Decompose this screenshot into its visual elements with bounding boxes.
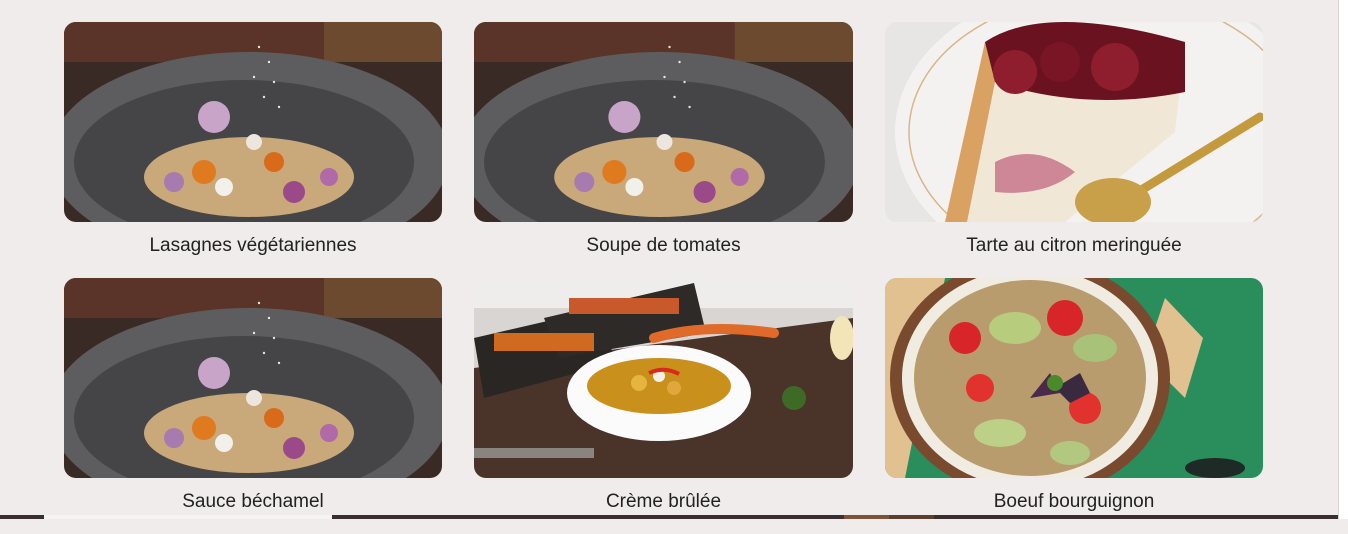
recipe-title[interactable]: Sauce béchamel: [64, 490, 442, 514]
recipe-image[interactable]: [474, 278, 853, 478]
recipe-title[interactable]: Crème brûlée: [474, 490, 853, 514]
recipe-image[interactable]: [885, 278, 1263, 478]
recipe-card[interactable]: Crème brûlée: [474, 278, 853, 534]
recipe-image[interactable]: [885, 22, 1263, 222]
recipe-image[interactable]: [64, 22, 442, 222]
recipe-title[interactable]: Boeuf bourguignon: [885, 490, 1263, 514]
recipe-card[interactable]: Boeuf bourguignon: [885, 278, 1263, 534]
recipe-title[interactable]: Tarte au citron meringuée: [885, 234, 1263, 258]
recipe-grid: Lasagnes végétariennes Soupe de tomates …: [64, 22, 1263, 534]
recipe-image[interactable]: [474, 22, 853, 222]
recipe-card[interactable]: Sauce béchamel: [64, 278, 442, 534]
recipe-card[interactable]: Tarte au citron meringuée: [885, 22, 1263, 278]
footer-edge: [0, 515, 1338, 519]
recipe-title[interactable]: Lasagnes végétariennes: [64, 234, 442, 258]
scrollbar[interactable]: [1338, 0, 1348, 519]
recipe-image[interactable]: [64, 278, 442, 478]
recipe-card[interactable]: Lasagnes végétariennes: [64, 22, 442, 278]
page-content: Lasagnes végétariennes Soupe de tomates …: [0, 0, 1338, 519]
recipe-title[interactable]: Soupe de tomates: [474, 234, 853, 258]
recipe-card[interactable]: Soupe de tomates: [474, 22, 853, 278]
